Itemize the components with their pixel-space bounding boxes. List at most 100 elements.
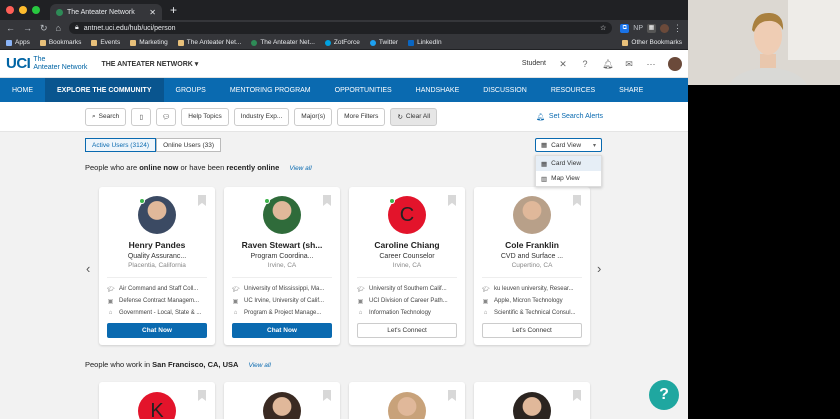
extension-np-label[interactable]: NP (633, 25, 643, 32)
uci-logo[interactable]: UCI The Anteater Network (6, 55, 87, 72)
person-name[interactable]: Caroline Chiang (374, 240, 439, 250)
bookmark-anteater-2[interactable]: The Anteater Net... (251, 39, 315, 46)
role-label[interactable]: Student (522, 60, 546, 67)
person-card[interactable]: Raven Stewart (sh... Program Coordina... I… (224, 187, 340, 345)
bookmark-icon[interactable] (198, 390, 206, 401)
maximize-window-button[interactable] (32, 6, 40, 14)
avatar[interactable] (263, 392, 301, 419)
view-all-link[interactable]: View all (289, 165, 311, 172)
majors-filter[interactable]: Major(s) (294, 107, 333, 126)
detail-row: 🎓︎ Air Command and Staff Coll... (107, 283, 207, 295)
bookmark-linkedin[interactable]: LinkedIn (408, 39, 442, 46)
close-window-button[interactable] (6, 6, 14, 14)
bookmark-twitter[interactable]: Twitter (369, 39, 398, 46)
bookmark-bookmarks[interactable]: Bookmarks (39, 39, 81, 46)
bookmark-icon[interactable] (323, 390, 331, 401)
search-button[interactable]: ⌕ Search (85, 107, 127, 126)
help-topics-filter[interactable]: Help Topics (181, 107, 229, 126)
calendar-extension-icon[interactable]: ▦ (647, 23, 656, 33)
avatar[interactable] (388, 392, 426, 419)
lets-connect-button[interactable]: Let's Connect (482, 323, 582, 338)
bookmark-icon[interactable] (573, 390, 581, 401)
bookmark-icon[interactable] (323, 195, 331, 206)
chat-filter-button[interactable]: 💬︎ (156, 107, 177, 126)
person-card[interactable] (474, 382, 590, 419)
view-option-label: Card View (551, 160, 582, 167)
nav-groups[interactable]: GROUPS (164, 78, 218, 102)
new-tab-button[interactable]: + (170, 3, 177, 17)
carousel-prev-icon[interactable]: ‹ (86, 261, 90, 276)
clear-all-button[interactable]: ↻ Clear All (390, 107, 438, 126)
person-card[interactable] (224, 382, 340, 419)
carousel-next-icon[interactable]: › (597, 261, 601, 276)
back-icon[interactable]: ← (6, 23, 15, 33)
grid-icon: ▦ (541, 142, 548, 149)
chat-now-button[interactable]: Chat Now (107, 323, 207, 338)
user-avatar[interactable] (668, 56, 682, 71)
detail-row: ▣ UCI Division of Career Path... (357, 295, 457, 307)
view-all-link[interactable]: View all (249, 362, 271, 369)
bookmark-icon[interactable] (448, 390, 456, 401)
nav-discussion[interactable]: DISCUSSION (471, 78, 539, 102)
bookmark-anteater-1[interactable]: The Anteater Net... (177, 39, 241, 46)
view-select[interactable]: ▦ Card View ▾ (535, 138, 602, 152)
address-bar[interactable]: 🔒︎ antnet.uci.edu/hub/uci/person ☆ (68, 22, 613, 34)
more-icon[interactable]: ⋯ (646, 59, 656, 69)
mail-icon[interactable]: ✉ (624, 59, 634, 69)
person-card[interactable]: C Caroline Chiang Career Counselor Irvine, … (349, 187, 465, 345)
bookmark-marketing[interactable]: Marketing (130, 39, 168, 46)
bookmark-events[interactable]: Events (91, 39, 120, 46)
browser-menu-icon[interactable]: ⋮ (673, 23, 682, 34)
avatar[interactable] (513, 196, 551, 234)
collapse-icon[interactable]: ✕ (558, 59, 568, 69)
industry-filter[interactable]: Industry Exp... (233, 107, 290, 126)
other-bookmarks[interactable]: Other Bookmarks (622, 39, 682, 46)
close-tab-icon[interactable]: ✕ (149, 8, 156, 17)
person-card[interactable]: Henry Pandes Quality Assuranc... Placentia… (99, 187, 215, 345)
person-card[interactable]: Cole Franklin CVD and Surface ... Cupertin… (474, 187, 590, 345)
nav-share[interactable]: SHARE (607, 78, 655, 102)
reload-icon[interactable]: ↻ (40, 23, 48, 34)
extension-icon[interactable]: ⧉ (620, 23, 630, 33)
avatar[interactable]: K (138, 392, 176, 419)
view-option-map[interactable]: ▥ Map View (536, 171, 601, 186)
more-filters-button[interactable]: More Filters (337, 107, 386, 126)
bell-icon[interactable]: 🔔︎ (602, 59, 613, 69)
person-name[interactable]: Cole Franklin (505, 240, 559, 250)
minimize-window-button[interactable] (19, 6, 27, 14)
chat-now-button[interactable]: Chat Now (232, 323, 332, 338)
home-icon[interactable]: ⌂ (56, 23, 61, 33)
set-search-alerts-link[interactable]: 🔔︎ Set Search Alerts (536, 113, 603, 121)
detail-row: 🎓︎ University of Mississippi, Ma... (232, 283, 332, 295)
bookmark-apps[interactable]: Apps (6, 39, 30, 46)
avatar[interactable] (513, 392, 551, 419)
network-switcher[interactable]: THE ANTEATER NETWORK ▾ (101, 60, 198, 68)
bookmark-icon[interactable] (448, 195, 456, 206)
bookmark-icon[interactable] (573, 195, 581, 206)
nav-home[interactable]: HOME (0, 78, 45, 102)
star-icon[interactable]: ☆ (600, 24, 606, 32)
person-card[interactable]: K (99, 382, 215, 419)
section-text: People who are (85, 163, 138, 172)
person-name[interactable]: Henry Pandes (129, 240, 186, 250)
nav-opportunities[interactable]: OPPORTUNITIES (323, 78, 404, 102)
person-name[interactable]: Raven Stewart (sh... (242, 240, 323, 250)
help-circle-icon[interactable]: ? (580, 59, 590, 69)
forward-icon[interactable]: → (23, 23, 32, 33)
nav-mentoring-program[interactable]: MENTORING PROGRAM (218, 78, 323, 102)
nav-handshake[interactable]: HANDSHAKE (404, 78, 472, 102)
bookmark-icon[interactable] (198, 195, 206, 206)
bookmark-filter-button[interactable]: ▯ (131, 107, 152, 126)
bookmark-zotforce[interactable]: ZotForce (324, 39, 360, 46)
address-bar-row: ← → ↻ ⌂ 🔒︎ antnet.uci.edu/hub/uci/person… (0, 20, 688, 36)
view-option-card[interactable]: ▦ Card View (536, 156, 601, 171)
lets-connect-button[interactable]: Let's Connect (357, 323, 457, 338)
tab-online-users[interactable]: Online Users (33) (156, 138, 222, 152)
tab-active-users[interactable]: Active Users (3124) (85, 138, 157, 152)
person-card[interactable] (349, 382, 465, 419)
nav-resources[interactable]: RESOURCES (539, 78, 607, 102)
profile-avatar[interactable] (660, 23, 669, 33)
nav-explore-community[interactable]: EXPLORE THE COMMUNITY (45, 78, 164, 102)
browser-tab[interactable]: The Anteater Network ✕ (50, 4, 162, 20)
help-button[interactable]: ? (649, 380, 679, 410)
